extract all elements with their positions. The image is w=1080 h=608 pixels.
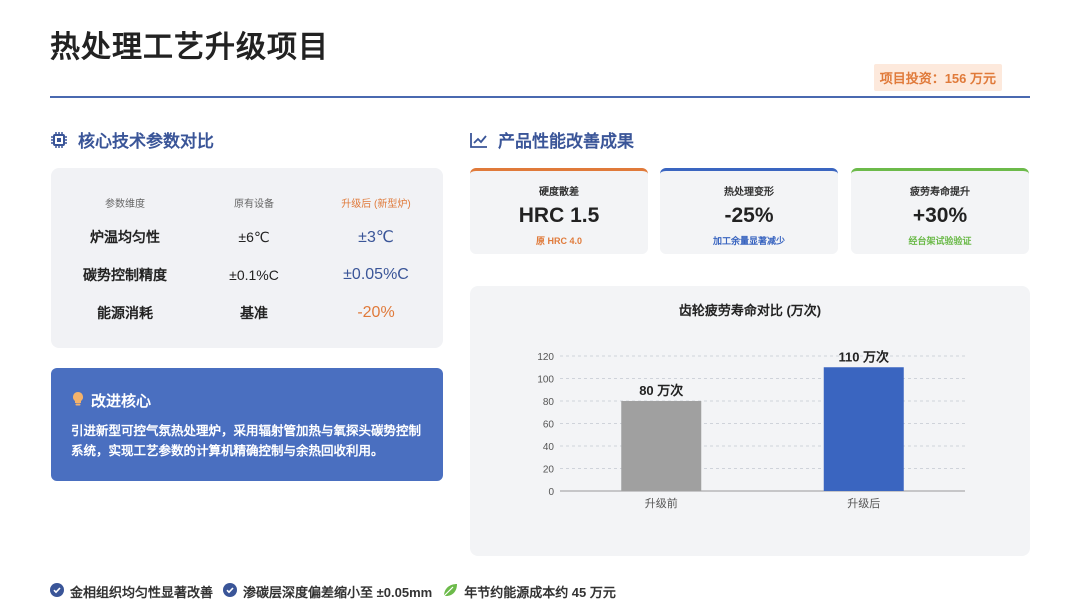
y-tick-label: 120 <box>537 352 554 363</box>
bar <box>621 401 702 491</box>
footer-item: 金相组织均匀性显著改善 <box>50 582 213 601</box>
chip-icon <box>50 131 68 149</box>
metric-note: 原 HRC 4.0 <box>535 236 582 246</box>
section-heading-results: 产品性能改善成果 <box>470 127 634 152</box>
header-divider <box>50 96 1030 98</box>
fatigue-life-chart: 0 20 40 60 80 100 120 80 万次升级前 110 万次 升级后 齿轮疲劳寿命对… <box>470 286 1030 556</box>
column-header: 升级后 (新型炉) <box>341 198 411 210</box>
x-tick-label: 升级前 <box>645 496 678 510</box>
metric-value: +30% <box>912 204 968 227</box>
footer-highlights: 金相组织均匀性显著改善 渗碳层深度偏差缩小至 ±0.05mm 年节约能源成本约 … <box>50 582 616 601</box>
y-tick-label: 0 <box>548 487 554 498</box>
table-header-row: 参数维度 原有设备 升级后 (新型炉) <box>51 188 443 216</box>
section-heading-parameters: 核心技术参数对比 <box>50 127 214 152</box>
metric-note: 加工余量显著减少 <box>712 236 785 246</box>
param-name: 碳势控制精度 <box>83 267 167 283</box>
section-title: 核心技术参数对比 <box>78 132 214 151</box>
metric-value: -25% <box>724 204 774 227</box>
footer-text: 渗碳层深度偏差缩小至 ±0.05mm <box>243 585 433 600</box>
param-name: 炉温均匀性 <box>90 229 160 245</box>
old-value: 基准 <box>240 305 268 321</box>
new-value: ±3℃ <box>358 229 394 246</box>
metric-value: HRC 1.5 <box>518 204 600 227</box>
check-circle-icon <box>223 583 238 600</box>
leaf-icon <box>442 583 458 600</box>
footer-item: 年节约能源成本约 45 万元 <box>442 582 616 601</box>
bar <box>823 367 904 491</box>
data-label: 80 万次 <box>639 383 683 398</box>
table-row: 炉温均匀性 ±6℃ ±3℃ <box>51 218 443 256</box>
metric-card-hardness: 硬度散差 HRC 1.5 原 HRC 4.0 <box>470 168 648 254</box>
table-row: 碳势控制精度 ±0.1%C ±0.05%C <box>51 256 443 294</box>
parameter-table: 参数维度 原有设备 升级后 (新型炉) 炉温均匀性 ±6℃ ±3℃ 碳势控制精度… <box>51 168 443 348</box>
line-chart-icon <box>470 132 488 148</box>
new-value: -20% <box>357 304 395 321</box>
chart-title: 齿轮疲劳寿命对比 (万次) <box>678 303 822 318</box>
check-circle-icon <box>50 583 64 600</box>
metric-card-fatigue: 疲劳寿命提升 +30% 经台架试验验证 <box>851 168 1029 254</box>
section-title: 产品性能改善成果 <box>498 132 634 151</box>
investment-badge: 项目投资：156 万元 <box>873 64 1002 91</box>
y-tick-label: 100 <box>537 375 554 386</box>
old-value: ±0.1%C <box>229 267 279 283</box>
core-description: 引进新型可控气氛热处理炉，采用辐射管加热与氧探头碳势控制系统，实现工艺参数的计算… <box>71 424 422 458</box>
y-tick-label: 20 <box>543 465 555 476</box>
metric-note: 经台架试验验证 <box>908 236 972 246</box>
footer-text: 金相组织均匀性显著改善 <box>70 585 214 600</box>
bar-chart: 0 20 40 60 80 100 120 80 万次升级前 110 万次升级后 <box>537 349 965 510</box>
metric-label: 硬度散差 <box>539 187 579 198</box>
data-label: 110 万次 <box>838 349 889 364</box>
page-title: 热处理工艺升级项目 <box>50 31 329 64</box>
table-row: 能源消耗 基准 -20% <box>51 294 443 332</box>
column-header: 原有设备 <box>234 198 274 210</box>
y-tick-label: 40 <box>543 442 555 453</box>
metric-label: 热处理变形 <box>724 187 774 198</box>
footer-text: 年节约能源成本约 45 万元 <box>464 585 616 600</box>
y-tick-label: 80 <box>543 397 555 408</box>
core-title: 改进核心 <box>91 393 152 410</box>
improvement-core-card: 改进核心 引进新型可控气氛热处理炉，采用辐射管加热与氧探头碳势控制系统，实现工艺… <box>51 368 443 481</box>
metric-card-deformation: 热处理变形 -25% 加工余量显著减少 <box>660 168 838 254</box>
new-value: ±0.05%C <box>343 266 409 283</box>
column-header: 参数维度 <box>105 198 145 210</box>
old-value: ±6℃ <box>238 228 270 245</box>
lightbulb-icon <box>71 391 85 411</box>
param-name: 能源消耗 <box>97 305 153 321</box>
metric-label: 疲劳寿命提升 <box>910 187 970 198</box>
x-tick-label: 升级后 <box>847 497 880 510</box>
y-tick-label: 60 <box>543 420 555 431</box>
footer-item: 渗碳层深度偏差缩小至 ±0.05mm <box>223 582 432 601</box>
